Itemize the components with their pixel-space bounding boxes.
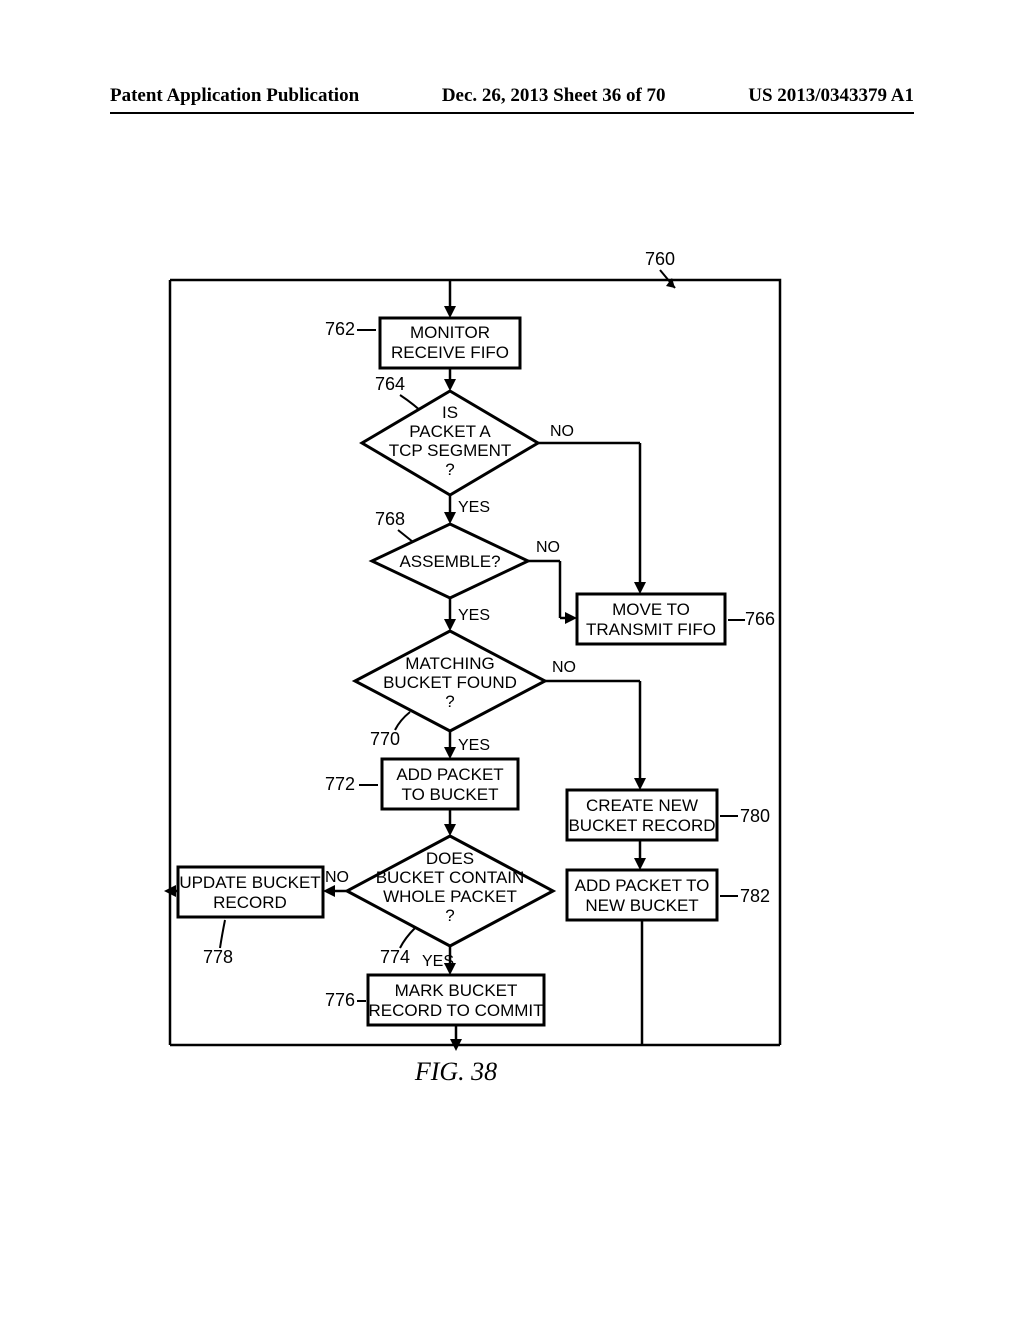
header-center: Dec. 26, 2013 Sheet 36 of 70 — [442, 85, 666, 107]
box-create-l1: CREATE NEW — [586, 796, 698, 815]
page-header: Patent Application Publication Dec. 26, … — [0, 85, 1024, 107]
edge-tcp-yes: YES — [458, 499, 490, 516]
edge-contain-no: NO — [325, 869, 349, 886]
ref-780: 780 — [740, 806, 770, 826]
box-mark-l1: MARK BUCKET — [395, 981, 518, 1000]
ref-770: 770 — [370, 729, 400, 749]
box-mark-l2: RECORD TO COMMIT — [368, 1001, 543, 1020]
flowchart-figure: 760 MONITOR RECEIVE FIFO 762 764 IS PACK… — [0, 250, 1024, 1320]
box-tcp-l2: PACKET A — [409, 422, 491, 441]
ref-778: 778 — [203, 947, 233, 967]
box-add-l2: TO BUCKET — [402, 785, 499, 804]
edge-match-no: NO — [552, 659, 576, 676]
ref-782: 782 — [740, 886, 770, 906]
ref-760: 760 — [645, 250, 675, 269]
edge-tcp-no: NO — [550, 423, 574, 440]
box-update-l2: RECORD — [213, 893, 287, 912]
ref-762: 762 — [325, 319, 355, 339]
edge-assemble-no: NO — [536, 539, 560, 556]
box-addnew-l1: ADD PACKET TO — [575, 876, 710, 895]
ref-776: 776 — [325, 990, 355, 1010]
ref-768: 768 — [375, 509, 405, 529]
ref-772: 772 — [325, 774, 355, 794]
box-create-l2: BUCKET RECORD — [568, 816, 715, 835]
box-move-l2: TRANSMIT FIFO — [586, 620, 716, 639]
header-rule — [110, 112, 914, 114]
figure-label: FIG. 38 — [414, 1057, 497, 1086]
box-contain-l3: WHOLE PACKET — [383, 887, 517, 906]
box-match-l1: MATCHING — [405, 654, 494, 673]
box-assemble: ASSEMBLE? — [399, 552, 500, 571]
ref-764: 764 — [375, 374, 405, 394]
box-addnew-l2: NEW BUCKET — [585, 896, 698, 915]
box-monitor-l1: MONITOR — [410, 323, 490, 342]
ref-766: 766 — [745, 609, 775, 629]
box-move-l1: MOVE TO — [612, 600, 690, 619]
edge-contain-yes: YES — [422, 953, 454, 970]
edge-match-yes: YES — [458, 737, 490, 754]
box-tcp-l4: ? — [445, 460, 454, 479]
box-monitor-l2: RECEIVE FIFO — [391, 343, 509, 362]
box-tcp-l1: IS — [442, 403, 458, 422]
box-contain-l4: ? — [445, 906, 454, 925]
header-right: US 2013/0343379 A1 — [748, 85, 914, 107]
box-update-l1: UPDATE BUCKET — [179, 873, 320, 892]
edge-assemble-yes: YES — [458, 607, 490, 624]
box-contain-l2: BUCKET CONTAIN — [376, 868, 525, 887]
box-match-l2: BUCKET FOUND — [383, 673, 517, 692]
box-add-l1: ADD PACKET — [396, 765, 503, 784]
box-contain-l1: DOES — [426, 849, 474, 868]
box-tcp-l3: TCP SEGMENT — [389, 441, 511, 460]
header-left: Patent Application Publication — [110, 85, 359, 107]
ref-774: 774 — [380, 947, 410, 967]
box-match-l3: ? — [445, 692, 454, 711]
